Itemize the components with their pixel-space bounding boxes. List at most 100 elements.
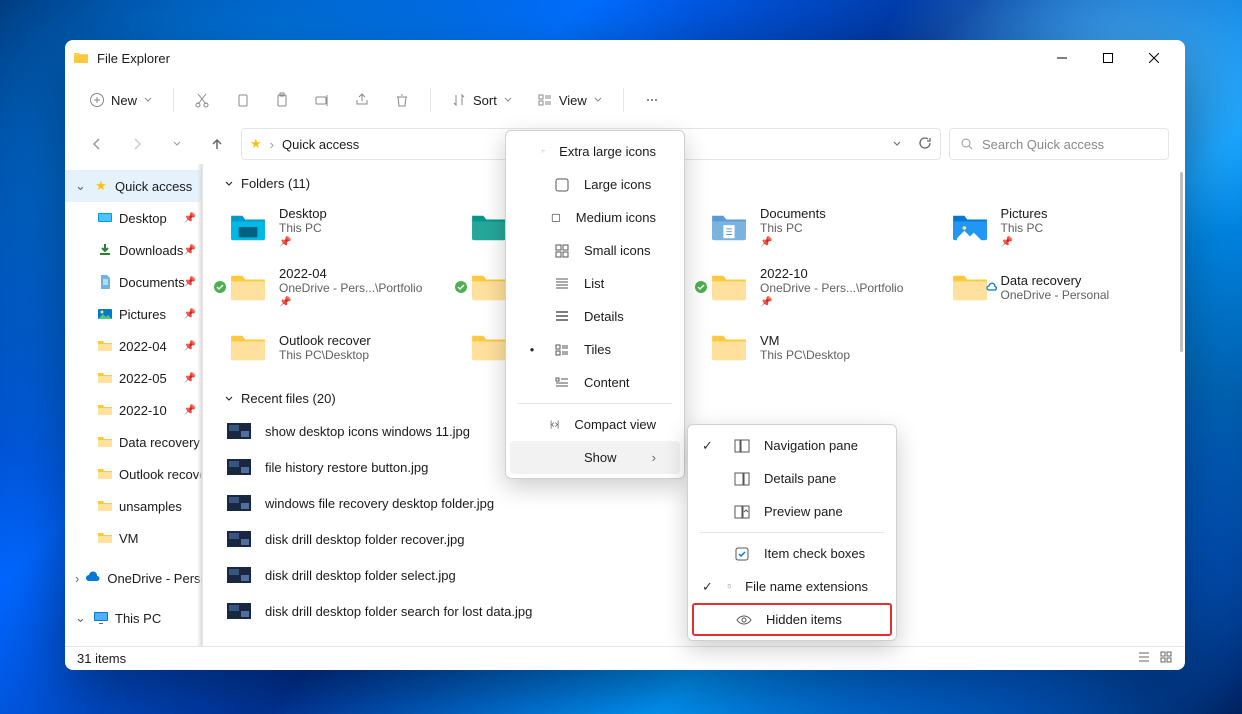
menu-item-preview-pane[interactable]: Preview pane (692, 495, 892, 528)
titlebar: File Explorer (65, 40, 1185, 76)
folder-location: This PC (279, 221, 327, 235)
status-bar: 31 items (65, 646, 1185, 670)
folder-icon (97, 402, 113, 418)
pin-icon: 📌 (184, 405, 196, 416)
menu-item-details-pane[interactable]: Details pane (692, 462, 892, 495)
forward-button[interactable] (121, 128, 153, 160)
view-button[interactable]: View (529, 84, 611, 116)
sidebar-item-pictures[interactable]: Pictures📌 (65, 298, 202, 330)
menu-label: Navigation pane (764, 438, 858, 453)
menu-item-extra-large-icons[interactable]: Extra large icons (510, 135, 680, 168)
sidebar-label: Desktop (119, 211, 167, 226)
section-folders[interactable]: Folders (11) (223, 176, 1165, 191)
sort-button[interactable]: Sort (443, 84, 521, 116)
thumbnail-icon (227, 531, 251, 547)
folder-item[interactable]: 2022-10OneDrive - Pers...\Portfolio📌 (704, 259, 925, 315)
maximize-button[interactable] (1085, 42, 1131, 74)
menu-item-list[interactable]: List (510, 267, 680, 300)
folder-item[interactable]: PicturesThis PC📌 (945, 199, 1166, 255)
delete-button[interactable] (386, 84, 418, 116)
folder-item[interactable]: Outlook recoverThis PC\Desktop (223, 319, 444, 375)
sidebar-item-data-recovery[interactable]: Data recovery (65, 426, 202, 458)
eye-icon (736, 612, 752, 628)
thumbnails-view-icon[interactable] (1159, 650, 1173, 667)
menu-item-file-name-extensions[interactable]: ✓File name extensions (692, 570, 892, 603)
pin-icon: 📌 (184, 277, 196, 288)
bullet-icon: • (524, 342, 540, 357)
sidebar-item-2022-04[interactable]: 2022-04📌 (65, 330, 202, 362)
menu-item-item-check-boxes[interactable]: Item check boxes (692, 537, 892, 570)
rename-button[interactable] (306, 84, 338, 116)
sidebar-item-vm[interactable]: VM (65, 522, 202, 554)
separator (173, 88, 174, 112)
refresh-button[interactable] (918, 136, 932, 153)
sync-icon (694, 280, 708, 294)
pin-icon: 📌 (184, 213, 196, 224)
menu-item-content[interactable]: Content (510, 366, 680, 399)
sidebar-label: Downloads (119, 243, 183, 258)
details-view-icon[interactable] (1137, 650, 1151, 667)
pin-icon: 📌 (279, 297, 422, 308)
sidebar-item-downloads[interactable]: Downloads📌 (65, 234, 202, 266)
sidebar-item-desktop[interactable]: Desktop 📌 (65, 202, 202, 234)
sync-icon (454, 280, 468, 294)
menu-item-hidden-items[interactable]: Hidden items (692, 603, 892, 636)
close-button[interactable] (1131, 42, 1177, 74)
sidebar-item-2022-10[interactable]: 2022-10📌 (65, 394, 202, 426)
minimize-button[interactable] (1039, 42, 1085, 74)
folder-item[interactable]: DesktopThis PC📌 (223, 199, 444, 255)
copy-button[interactable] (226, 84, 258, 116)
menu-label: Details (584, 309, 624, 324)
separator (623, 88, 624, 112)
recent-dropdown[interactable] (161, 128, 193, 160)
scrollbar[interactable] (1180, 172, 1183, 352)
folder-icon (97, 498, 113, 514)
sidebar-thispc[interactable]: ⌄ This PC (65, 602, 202, 634)
cut-button[interactable] (186, 84, 218, 116)
section-recent[interactable]: Recent files (20) (223, 391, 1165, 406)
share-button[interactable] (346, 84, 378, 116)
up-button[interactable] (201, 128, 233, 160)
sidebar-label: Quick access (115, 179, 192, 194)
cloud-icon (985, 280, 999, 294)
sidebar-item-outlook-recove[interactable]: Outlook recove (65, 458, 202, 490)
folder-location: This PC\Desktop (279, 348, 371, 362)
sidebar-item-2022-05[interactable]: 2022-05📌 (65, 362, 202, 394)
md-icon (550, 210, 562, 226)
nav-icon (734, 438, 750, 454)
menu-label: Item check boxes (764, 546, 865, 561)
back-button[interactable] (81, 128, 113, 160)
dropdown-icon[interactable] (892, 137, 902, 152)
menu-item-large-icons[interactable]: Large icons (510, 168, 680, 201)
menu-item-navigation-pane[interactable]: ✓Navigation pane (692, 429, 892, 462)
search-box[interactable]: Search Quick access (949, 128, 1169, 160)
menu-item-details[interactable]: Details (510, 300, 680, 333)
paste-button[interactable] (266, 84, 298, 116)
sidebar-item-documents[interactable]: Documents📌 (65, 266, 202, 298)
menu-label: Medium icons (576, 210, 656, 225)
sidebar-quick-access[interactable]: ⌄ ★ Quick access (65, 170, 202, 202)
new-button[interactable]: New (81, 84, 161, 116)
status-text: 31 items (77, 651, 126, 666)
menu-item-show[interactable]: Show› (510, 441, 680, 474)
folder-item[interactable]: DocumentsThis PC📌 (704, 199, 925, 255)
pin-icon: 📌 (184, 309, 196, 320)
menu-item-compact-view[interactable]: Compact view (510, 408, 680, 441)
sidebar-onedrive[interactable]: › OneDrive - Perso (65, 562, 202, 594)
folder-item[interactable]: Data recoveryOneDrive - Personal (945, 259, 1166, 315)
pictures-icon (97, 306, 113, 322)
sidebar-label: Outlook recove (119, 467, 203, 482)
folder-icon (97, 434, 113, 450)
sort-label: Sort (473, 93, 497, 108)
pin-icon: 📌 (760, 237, 826, 248)
folder-item[interactable]: 2022-04OneDrive - Pers...\Portfolio📌 (223, 259, 444, 315)
sidebar-item-unsamples[interactable]: unsamples (65, 490, 202, 522)
menu-item-tiles[interactable]: •Tiles (510, 333, 680, 366)
details-pane-icon (734, 471, 750, 487)
menu-label: Show (584, 450, 617, 465)
chevron-right-icon: › (75, 571, 79, 586)
folder-item[interactable]: VMThis PC\Desktop (704, 319, 925, 375)
menu-item-small-icons[interactable]: Small icons (510, 234, 680, 267)
more-button[interactable] (636, 84, 668, 116)
menu-item-medium-icons[interactable]: Medium icons (510, 201, 680, 234)
